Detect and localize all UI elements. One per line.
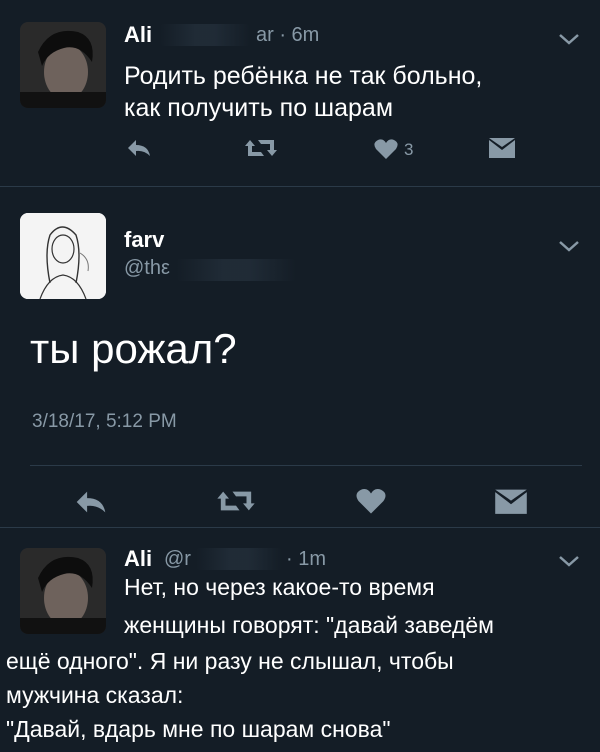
tweet-time: · 1m — [286, 548, 326, 570]
retweet-icon[interactable] — [244, 136, 278, 160]
tweet-text-line: как получить по шарам — [124, 94, 394, 122]
redacted-handle — [196, 548, 282, 570]
stats-divider — [30, 465, 582, 466]
tweet-text: ты рожал? — [30, 325, 237, 372]
author-handle[interactable]: @thε — [124, 257, 170, 280]
like-count: 3 — [404, 140, 414, 159]
heart-icon[interactable] — [374, 138, 398, 160]
envelope-icon[interactable] — [494, 489, 528, 517]
tweet-text-line: женщины говорят: "давай заведём — [124, 612, 494, 638]
avatar[interactable] — [20, 213, 106, 299]
tweet-actions — [0, 487, 600, 527]
author-name[interactable]: Ali — [124, 22, 152, 48]
avatar-image — [20, 548, 106, 634]
retweet-icon[interactable] — [216, 487, 256, 515]
tweet-2[interactable]: farv @thε ты рожал? 3/18/17, 5:12 PM — [0, 187, 600, 527]
tweet-timestamp: 3/18/17, 5:12 PM — [32, 411, 177, 432]
tweet-1[interactable]: Ali ar · 6m Родить ребёнка не так больно… — [0, 0, 600, 186]
reply-icon[interactable] — [126, 138, 152, 158]
avatar[interactable] — [20, 548, 106, 634]
author-name[interactable]: farv — [124, 227, 164, 253]
tweet-text-line: Родить ребёнка не так больно, — [124, 62, 483, 90]
tweet-text-line: "Давай, вдарь мне по шарам снова" — [6, 716, 391, 742]
reply-icon[interactable] — [74, 489, 108, 515]
chevron-down-icon[interactable] — [558, 239, 580, 253]
heart-icon[interactable] — [356, 487, 386, 515]
redacted-handle — [160, 24, 250, 46]
tweet-text-line: мужчина сказал: — [6, 682, 184, 708]
author-handle[interactable]: @r — [164, 548, 191, 571]
tweet-text-line: Нет, но через какое-то время — [124, 574, 435, 600]
envelope-icon[interactable] — [488, 138, 516, 160]
tweet-text-line: ещё одного". Я ни разу не слышал, чтобы — [6, 648, 454, 674]
redacted-handle — [176, 259, 296, 281]
avatar-image — [20, 22, 106, 108]
avatar[interactable] — [20, 22, 106, 108]
tweet-3[interactable]: Ali @r · 1m Нет, но через какое-то время… — [0, 528, 600, 752]
chevron-down-icon[interactable] — [558, 554, 580, 568]
tweet-actions: 3 — [0, 134, 600, 174]
avatar-image — [20, 213, 106, 299]
author-name[interactable]: Ali — [124, 546, 152, 572]
tweet-text: Родить ребёнка не так больно, как получи… — [124, 60, 482, 124]
tweet-meta: ar · 6m — [256, 24, 320, 46]
chevron-down-icon[interactable] — [558, 32, 580, 46]
